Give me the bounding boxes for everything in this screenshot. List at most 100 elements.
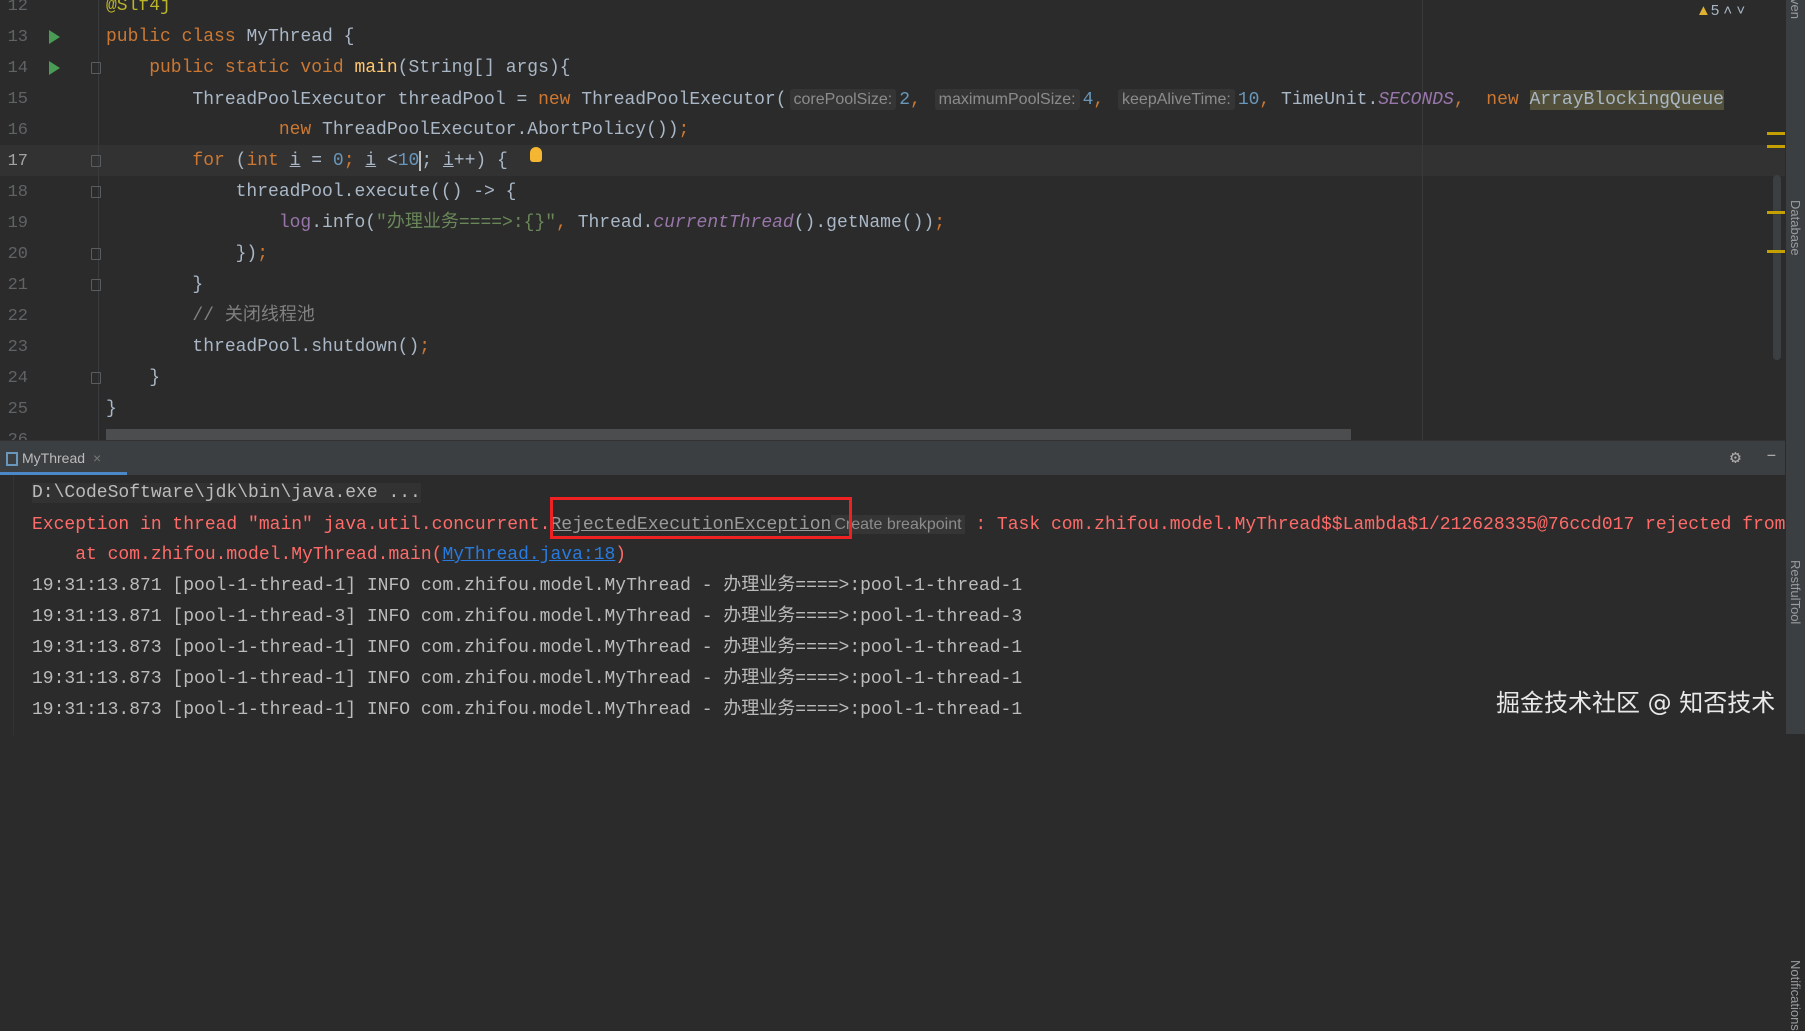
code-text: } (106, 394, 117, 425)
code-line[interactable]: 13 public class MyThread { (0, 22, 1785, 53)
code-line[interactable]: 15 ThreadPoolExecutor threadPool = new T… (0, 84, 1785, 115)
run-gutter-icon[interactable] (49, 30, 60, 44)
line-number[interactable]: 23 (0, 332, 28, 363)
code-token: (String[] args){ (397, 58, 571, 78)
code-token: ; (934, 213, 945, 233)
fold-icon[interactable] (91, 248, 101, 260)
line-number[interactable]: 18 (0, 177, 28, 208)
code-line[interactable]: 12 @Slf4j (0, 0, 1785, 22)
code-token: } (106, 399, 117, 419)
lightbulb-icon[interactable] (530, 147, 542, 162)
code-line[interactable]: 14 public static void main(String[] args… (0, 53, 1785, 84)
console-text: 19:31:13.873 [pool-1-thread-1] INFO com.… (32, 700, 1023, 720)
code-token: , (556, 213, 578, 233)
code-token: ; (678, 120, 690, 140)
code-editor[interactable]: 12 @Slf4j 13 public class MyThread {14 publ… (0, 0, 1785, 440)
code-text: // 关闭线程池 (106, 301, 314, 332)
code-token: } (106, 368, 161, 388)
console-text: 19:31:13.873 [pool-1-thread-1] INFO com.… (32, 669, 1023, 689)
parameter-hint: keepAliveTime: (1118, 89, 1235, 110)
sidebar-tool-notifications[interactable]: Notifications (1788, 960, 1803, 1031)
code-token: "办理业务====>:{}" (376, 213, 557, 233)
line-number[interactable]: 13 (0, 22, 28, 53)
code-token: ; (257, 244, 269, 264)
code-token: , (910, 90, 932, 110)
line-number[interactable]: 22 (0, 301, 28, 332)
gear-icon[interactable]: ⚙ (1730, 447, 1741, 469)
source-link[interactable]: MyThread.java:18 (442, 545, 615, 565)
console-line: Exception in thread "main" java.util.con… (32, 509, 1785, 541)
code-line[interactable]: 19 log.info("办理业务====>:{}", Thread.curre… (0, 208, 1785, 239)
fold-icon[interactable] (91, 155, 101, 167)
code-line[interactable]: 22 // 关闭线程池 (0, 301, 1785, 332)
code-line[interactable]: 17 for (int i = 0; i <10; i++) { (0, 146, 1785, 177)
code-line[interactable]: 23 threadPool.shutdown(); (0, 332, 1785, 363)
highlight-box (550, 497, 852, 539)
run-tab-label: MyThread (22, 450, 86, 466)
code-text: @Slf4j (106, 0, 171, 22)
code-line[interactable]: 24 } (0, 363, 1785, 394)
line-number[interactable]: 17 (0, 146, 28, 177)
sidebar-tool-database[interactable]: Database (1788, 200, 1803, 256)
run-panel: MyThread × ⚙ – D:\CodeSoftware\jdk\bin\ja… (0, 440, 1785, 735)
console-text: : Task com.zhifou.model.MyThread$$Lambda… (964, 515, 1786, 535)
warnings-indicator[interactable]: ▲5 ˄ ˅ (1696, 2, 1745, 19)
scroll-marker[interactable] (1767, 145, 1785, 148)
code-line[interactable]: 16 new ThreadPoolExecutor.AbortPolicy())… (0, 115, 1785, 146)
code-token: currentThread (653, 213, 794, 233)
scroll-marker[interactable] (1767, 132, 1785, 135)
fold-icon[interactable] (91, 62, 101, 74)
console-text: at com.zhifou.model.MyThread.main( (32, 545, 443, 565)
run-gutter-icon[interactable] (49, 61, 60, 75)
right-tool-sidebar: Maven Database RestfulTool Notifications (1785, 0, 1805, 1031)
line-number[interactable]: 12 (0, 0, 28, 22)
line-number[interactable]: 25 (0, 394, 28, 425)
run-tab-bar: MyThread × ⚙ – (0, 441, 1785, 475)
code-token: int (246, 151, 290, 171)
code-token: ; (419, 337, 431, 357)
horizontal-scrollbar[interactable] (106, 429, 1351, 440)
code-token: @Slf4j (106, 0, 171, 16)
line-number[interactable]: 21 (0, 270, 28, 301)
code-token: , (1259, 90, 1282, 110)
code-line[interactable]: 21 } (0, 270, 1785, 301)
close-tab-icon[interactable]: × (93, 450, 101, 466)
scroll-marker[interactable] (1767, 250, 1785, 253)
code-token: new (1486, 90, 1530, 110)
code-token: ThreadPoolExecutor.AbortPolicy()) (322, 120, 679, 140)
line-number[interactable]: 24 (0, 363, 28, 394)
code-token: ; (419, 151, 433, 171)
prev-warning-icon[interactable]: ˄ (1723, 2, 1732, 19)
line-number[interactable]: 20 (0, 239, 28, 270)
next-warning-icon[interactable]: ˅ (1736, 2, 1745, 19)
code-text: threadPool.shutdown(); (106, 332, 430, 363)
code-token: ThreadPoolExecutor( (581, 90, 787, 110)
fold-icon[interactable] (91, 372, 101, 384)
code-text: }); (106, 239, 268, 270)
line-number[interactable]: 15 (0, 84, 28, 115)
code-token: }) (106, 244, 258, 264)
minimize-icon[interactable]: – (1766, 446, 1777, 466)
line-number[interactable]: 14 (0, 53, 28, 84)
code-line[interactable]: 18 threadPool.execute(() -> { (0, 177, 1785, 208)
console-line: 19:31:13.873 [pool-1-thread-1] INFO com.… (32, 633, 1022, 664)
line-number[interactable]: 26 (0, 425, 28, 440)
parameter-hint: corePoolSize: (789, 89, 897, 110)
vertical-scrollbar[interactable] (1773, 175, 1781, 360)
code-line[interactable]: 20 }); (0, 239, 1785, 270)
sidebar-tool-maven[interactable]: Maven (1788, 0, 1803, 19)
code-token: MyThread { (246, 27, 355, 47)
line-number[interactable]: 19 (0, 208, 28, 239)
code-token: main (354, 58, 398, 78)
fold-icon[interactable] (91, 186, 101, 198)
code-line[interactable]: 25} (0, 394, 1785, 425)
warning-count: 5 (1710, 2, 1720, 19)
console-text: 19:31:13.871 [pool-1-thread-1] INFO com.… (32, 576, 1023, 596)
scroll-marker[interactable] (1767, 211, 1785, 214)
line-number[interactable]: 16 (0, 115, 28, 146)
code-token: ( (235, 151, 247, 171)
fold-icon[interactable] (91, 279, 101, 291)
run-tab-mythread[interactable]: MyThread × (0, 441, 127, 475)
code-text: } (106, 363, 160, 394)
sidebar-tool-restfultool[interactable]: RestfulTool (1788, 560, 1803, 624)
